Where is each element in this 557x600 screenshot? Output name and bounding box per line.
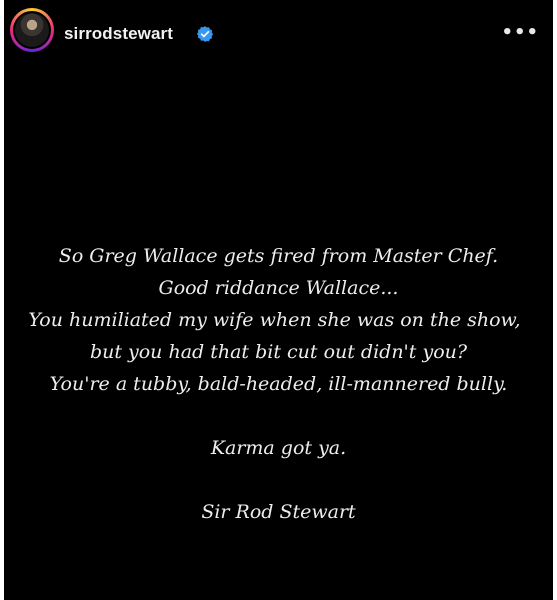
story-text: So Greg Wallace gets fired from Master C… — [4, 240, 553, 528]
profile-photo-icon — [13, 11, 51, 49]
story-line: Karma got ya. — [210, 437, 347, 459]
story-line: You humiliated my wife when she was on t… — [28, 309, 521, 331]
username-link[interactable]: sirrodstewart — [64, 24, 173, 44]
verified-badge-icon — [196, 26, 214, 42]
more-options-icon[interactable]: ••• — [501, 22, 539, 43]
story-viewer: sirrodstewart ••• So Greg Wallace gets f… — [4, 0, 553, 600]
story-line: You're a tubby, bald-headed, ill-mannere… — [49, 373, 508, 395]
story-header: sirrodstewart ••• — [4, 0, 553, 72]
signature: Sir Rod Stewart — [201, 501, 356, 523]
story-line: but you had that bit cut out didn't you? — [89, 341, 468, 363]
story-line: So Greg Wallace gets fired from Master C… — [58, 245, 499, 267]
story-line: Good riddance Wallace... — [158, 277, 399, 299]
avatar[interactable] — [10, 8, 54, 52]
